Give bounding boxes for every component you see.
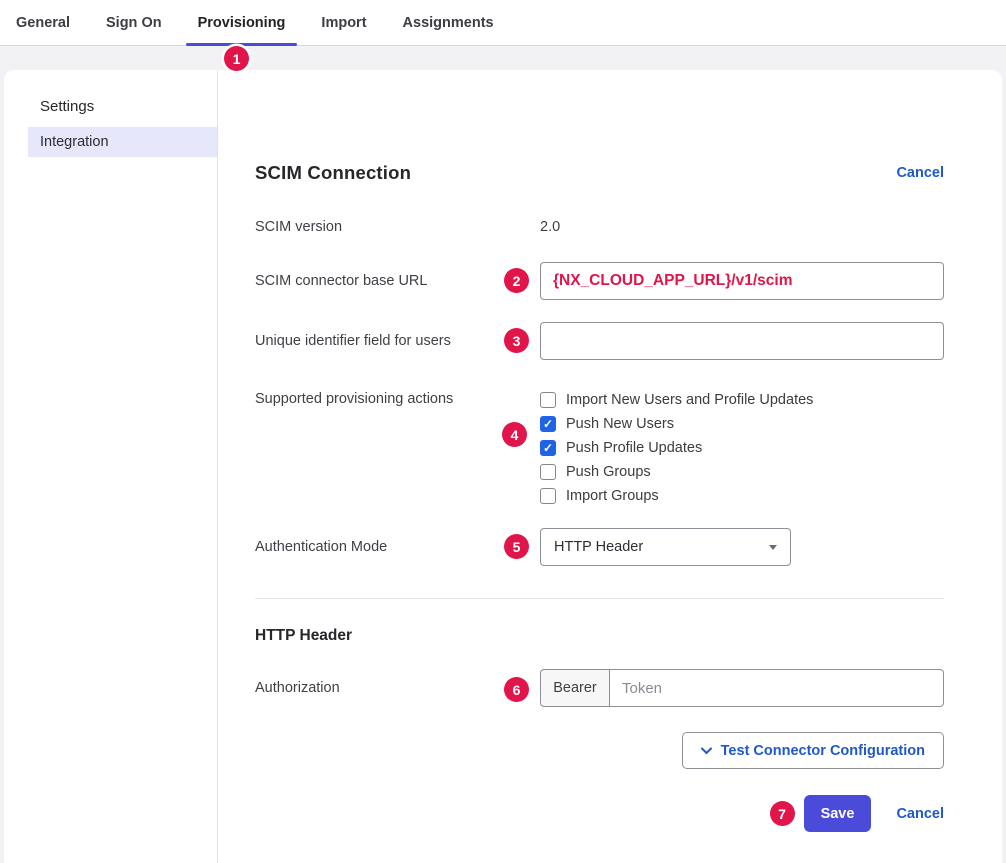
- provisioning-actions-row: Supported provisioning actions 4 Import …: [255, 388, 944, 508]
- step-badge-2: 2: [504, 268, 529, 293]
- chevron-down-icon: [769, 545, 777, 550]
- tab-provisioning[interactable]: Provisioning: [198, 0, 286, 45]
- authorization-row: Authorization 6 Bearer: [255, 669, 944, 707]
- step-badge-1: 1: [224, 46, 249, 71]
- base-url-row: SCIM connector base URL 2: [255, 262, 944, 300]
- unique-id-label: Unique identifier field for users: [255, 333, 540, 349]
- section-divider: [255, 598, 944, 599]
- authorization-label: Authorization: [255, 680, 540, 696]
- token-input[interactable]: [610, 669, 944, 707]
- page: General Sign On Provisioning Import Assi…: [0, 0, 1006, 863]
- tab-general[interactable]: General: [16, 0, 70, 45]
- unique-id-row: Unique identifier field for users 3: [255, 322, 944, 360]
- checkbox-label: Push Groups: [566, 464, 651, 480]
- test-connector-configuration-button[interactable]: Test Connector Configuration: [682, 732, 944, 769]
- scim-version-value: 2.0: [540, 219, 560, 235]
- http-header-section-title: HTTP Header: [255, 627, 944, 645]
- auth-mode-row: Authentication Mode 5 HTTP Header: [255, 528, 944, 566]
- step-badge-3: 3: [504, 328, 529, 353]
- base-url-input[interactable]: [540, 262, 944, 300]
- provisioning-card: Settings Integration SCIM Connection Can…: [4, 70, 1002, 863]
- sidebar-header: Settings: [40, 98, 217, 115]
- checkbox-label: Push New Users: [566, 416, 674, 432]
- cancel-link-bottom[interactable]: Cancel: [896, 806, 944, 822]
- app-tabbar: General Sign On Provisioning Import Assi…: [0, 0, 1006, 46]
- step-badge-5: 5: [504, 534, 529, 559]
- checkbox-row-push-new-users: Push New Users: [540, 412, 944, 436]
- push-profile-updates-checkbox[interactable]: [540, 440, 556, 456]
- save-button[interactable]: Save: [804, 795, 872, 832]
- import-groups-checkbox[interactable]: [540, 488, 556, 504]
- auth-mode-selected-value: HTTP Header: [554, 539, 643, 555]
- tab-sign-on[interactable]: Sign On: [106, 0, 162, 45]
- auth-mode-label: Authentication Mode: [255, 539, 540, 555]
- checkbox-row-push-groups: Push Groups: [540, 460, 944, 484]
- auth-mode-select[interactable]: HTTP Header: [540, 528, 791, 566]
- page-title: SCIM Connection: [255, 162, 411, 184]
- scim-version-label: SCIM version: [255, 219, 540, 235]
- form-actions: 7 Save Cancel: [255, 795, 944, 832]
- step-badge-4: 4: [502, 422, 527, 447]
- import-new-users-checkbox[interactable]: [540, 392, 556, 408]
- sidebar-item-integration[interactable]: Integration: [28, 127, 217, 157]
- tab-assignments[interactable]: Assignments: [403, 0, 494, 45]
- scim-connection-panel: SCIM Connection Cancel SCIM version 2.0 …: [218, 70, 1002, 863]
- tab-import[interactable]: Import: [321, 0, 366, 45]
- test-button-label: Test Connector Configuration: [721, 743, 925, 759]
- settings-sidebar: Settings Integration: [4, 70, 218, 863]
- scim-version-row: SCIM version 2.0: [255, 218, 944, 236]
- cancel-link-top[interactable]: Cancel: [896, 165, 944, 181]
- checkbox-row-push-profile-updates: Push Profile Updates: [540, 436, 944, 460]
- push-new-users-checkbox[interactable]: [540, 416, 556, 432]
- unique-id-input[interactable]: [540, 322, 944, 360]
- step-badge-7: 7: [770, 801, 795, 826]
- checkbox-row-import-new-users: Import New Users and Profile Updates: [540, 388, 944, 412]
- push-groups-checkbox[interactable]: [540, 464, 556, 480]
- provisioning-actions-label: Supported provisioning actions: [255, 391, 540, 407]
- step-badge-6: 6: [504, 677, 529, 702]
- checkbox-label: Import New Users and Profile Updates: [566, 392, 813, 408]
- checkbox-label: Import Groups: [566, 488, 659, 504]
- checkbox-label: Push Profile Updates: [566, 440, 702, 456]
- checkbox-row-import-groups: Import Groups: [540, 484, 944, 508]
- base-url-label: SCIM connector base URL: [255, 273, 540, 289]
- chevron-down-icon: [701, 747, 712, 755]
- bearer-prefix: Bearer: [540, 669, 610, 707]
